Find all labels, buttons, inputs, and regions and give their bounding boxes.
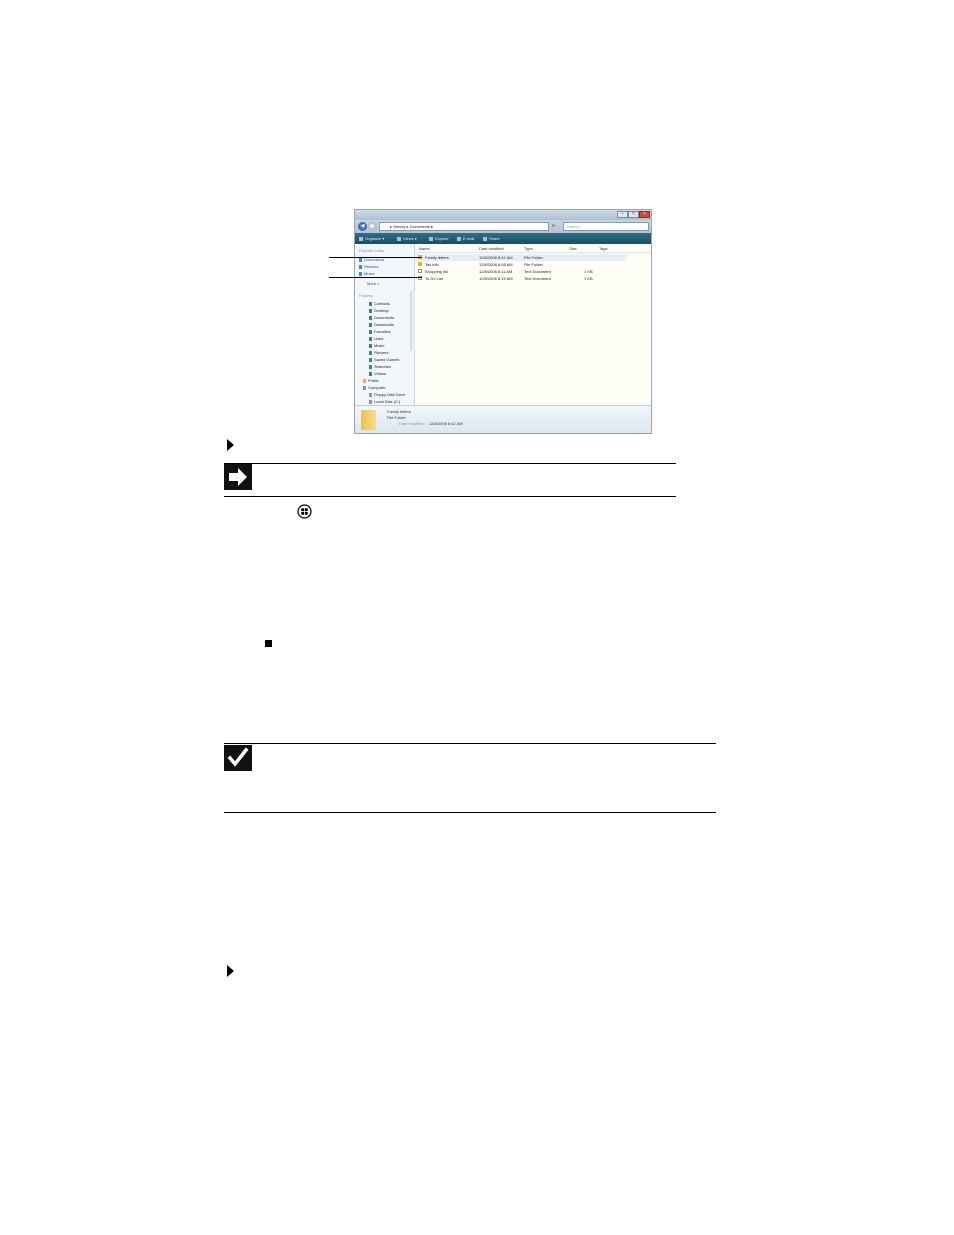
folder-item[interactable]: Contacts — [369, 301, 390, 306]
windows-start-icon — [297, 504, 312, 519]
minimize-icon[interactable]: – — [617, 211, 628, 218]
folders-header[interactable]: Folders — [359, 293, 372, 298]
toolbar-email[interactable]: E-mail — [457, 235, 474, 242]
folder-item[interactable]: Desktop — [369, 308, 389, 313]
folder-item[interactable]: Local Disk (C:) — [369, 399, 400, 404]
details-date-value: 12/8/2006 8:42 AM — [429, 421, 463, 426]
folder-item[interactable]: Saved Games — [369, 357, 399, 362]
table-row[interactable]: Tax info 12/8/2006 8:08 AM File Folder — [415, 261, 627, 268]
folder-item[interactable]: Links — [369, 336, 383, 341]
folder-item[interactable]: Favorites — [369, 329, 390, 334]
title-bar: – □ × — [355, 210, 651, 220]
folder-item[interactable]: Downloads — [369, 322, 394, 327]
folder-icon — [418, 262, 422, 266]
favorite-links-header: Favorite Links — [359, 248, 384, 253]
folder-item[interactable]: Computer — [363, 385, 386, 390]
arrow-right-icon — [224, 464, 252, 490]
details-date-label: Date modified: — [399, 421, 425, 426]
details-type: File Folder — [387, 415, 406, 420]
procedure-arrow-icon — [227, 439, 234, 451]
back-icon[interactable]: ◀ — [358, 222, 367, 231]
text-document-icon — [418, 269, 422, 273]
explorer-window: – □ × ◀ ▶ ▸ Wendy ▸ Documents ▸ ⟳ Search… — [354, 209, 652, 434]
navigation-bar: ◀ ▶ ▸ Wendy ▸ Documents ▸ ⟳ Search — [355, 220, 651, 233]
folder-item[interactable]: Videos — [369, 371, 386, 376]
close-icon[interactable]: × — [639, 211, 650, 218]
toolbar-organize[interactable]: Organize ▾ — [359, 235, 384, 242]
refresh-icon[interactable]: ⟳ — [552, 223, 555, 228]
callout-line — [329, 257, 422, 258]
column-header-date[interactable]: Date modified — [479, 246, 504, 251]
column-header-divider — [415, 252, 651, 253]
details-pane: Family letters File Folder Date modified… — [355, 405, 651, 433]
table-row[interactable]: Shopping list 12/8/2006 8:11 AM Text Doc… — [415, 268, 627, 275]
callout-line — [329, 277, 422, 278]
note-bottom-rule — [224, 496, 676, 497]
folder-item[interactable]: Pictures — [369, 350, 388, 355]
folder-item[interactable]: Floppy Disk Drive — [369, 392, 405, 397]
details-name: Family letters — [387, 409, 411, 414]
end-of-procedure-icon — [265, 640, 272, 647]
column-header-type[interactable]: Type — [524, 246, 533, 251]
navigation-pane: Favorite Links Documents Pictures Music … — [355, 244, 415, 405]
table-row[interactable]: Family letters 12/8/2006 8:42 AM File Fo… — [415, 254, 627, 261]
folder-preview-icon — [361, 410, 376, 430]
toolbar-views[interactable]: Views ▾ — [397, 235, 417, 242]
column-header-size[interactable]: Size — [569, 246, 577, 251]
file-list: Name Date modified Type Size Tags Family… — [415, 244, 651, 405]
nav-link-pictures[interactable]: Pictures — [359, 264, 378, 269]
folder-item[interactable]: Searches — [369, 364, 391, 369]
address-bar[interactable]: ▸ Wendy ▸ Documents ▸ — [379, 222, 549, 231]
important-bottom-rule — [224, 812, 716, 813]
note-top-rule — [224, 463, 676, 464]
important-top-rule — [224, 743, 716, 744]
checkmark-icon — [224, 745, 252, 771]
table-row[interactable]: To Do List 12/8/2006 8:15 AM Text Docume… — [415, 275, 627, 282]
forward-icon[interactable]: ▶ — [368, 222, 377, 231]
search-input[interactable]: Search — [563, 222, 649, 231]
folder-item[interactable]: Public — [363, 378, 379, 383]
procedure-arrow-icon — [227, 965, 234, 977]
column-header-tags[interactable]: Tags — [599, 246, 607, 251]
column-header-name[interactable]: Name — [419, 246, 430, 251]
toolbar-explore[interactable]: Explore — [429, 235, 449, 242]
folder-item[interactable]: Documents — [369, 315, 394, 320]
maximize-icon[interactable]: □ — [628, 211, 639, 218]
nav-link-music[interactable]: Music — [359, 271, 374, 276]
command-toolbar: Organize ▾ Views ▾ Explore E-mail Share — [355, 233, 651, 244]
toolbar-share[interactable]: Share — [483, 235, 500, 242]
folder-item[interactable]: Music — [369, 343, 384, 348]
more-link[interactable]: More » — [367, 281, 379, 286]
